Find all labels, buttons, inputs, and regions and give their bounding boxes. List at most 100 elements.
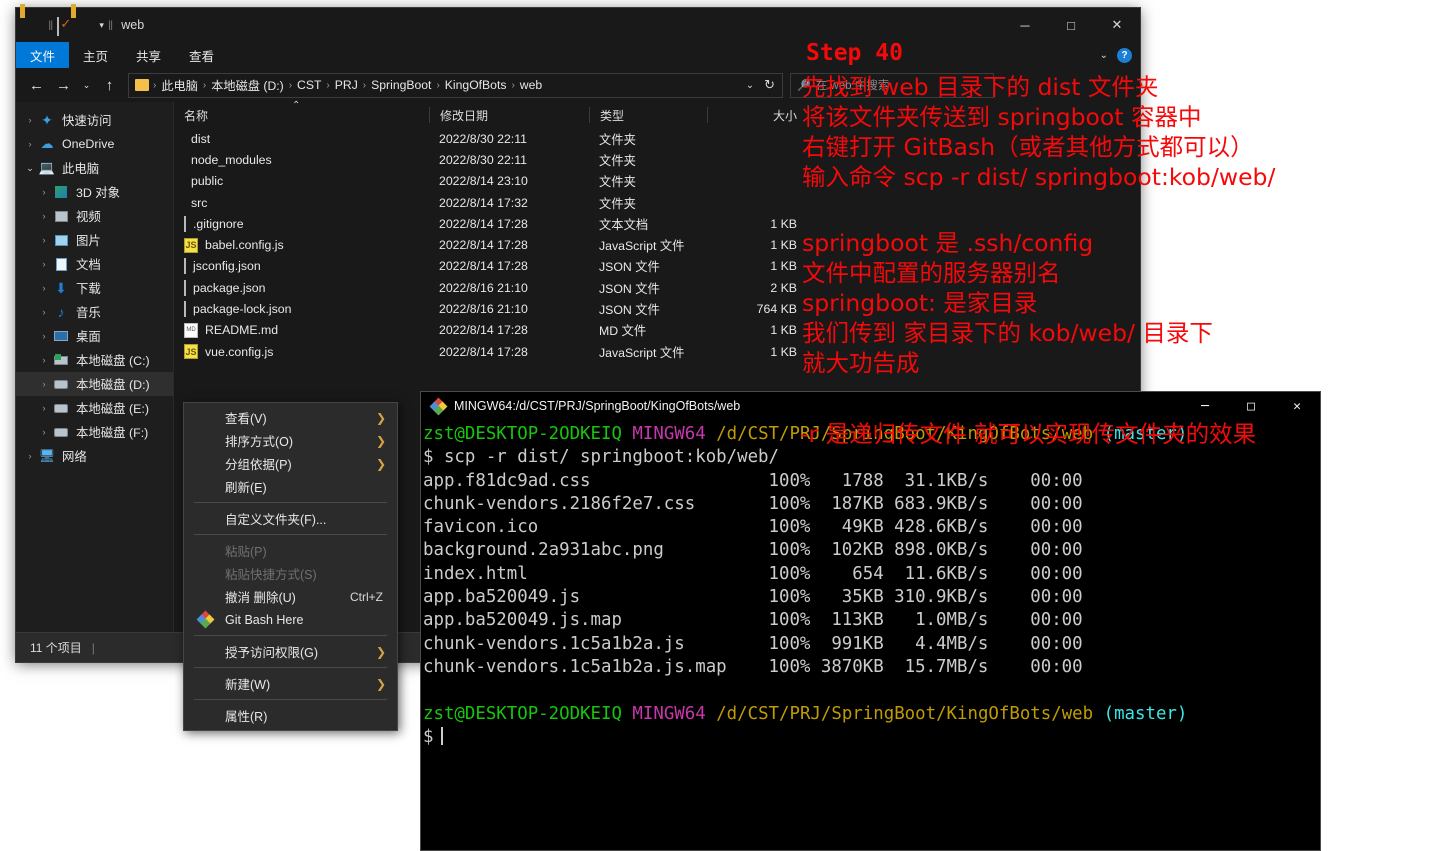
breadcrumb-item-4[interactable]: SpringBoot (368, 78, 434, 92)
chevron-right-icon[interactable]: › (36, 403, 52, 413)
terminal-output[interactable]: zst@DESKTOP-2ODKEIQ MINGW64 /d/CST/PRJ/S… (421, 420, 1320, 749)
file-name-cell[interactable]: .gitignore (174, 215, 429, 232)
chevron-right-icon[interactable]: › (36, 355, 52, 365)
sidebar-item-4[interactable]: › 视频 (16, 204, 173, 228)
column-header-name[interactable]: 名称 ⌃ (174, 100, 429, 123)
menu-item-10[interactable]: Git Bash Here (184, 608, 397, 631)
chevron-right-icon[interactable]: › (36, 187, 52, 197)
annotation-instruction-line-1: 将该文件夹传送到 springboot 容器中 (802, 103, 1202, 131)
drive-icon (52, 400, 70, 416)
sidebar-item-9[interactable]: › 桌面 (16, 324, 173, 348)
refresh-icon[interactable]: ↻ (764, 77, 775, 93)
tab-share[interactable]: 共享 (122, 42, 175, 68)
chevron-right-icon[interactable]: › (36, 307, 52, 317)
chevron-right-icon[interactable]: › (36, 331, 52, 341)
chevron-down-icon[interactable]: ⌄ (746, 80, 754, 91)
chevron-down-icon[interactable]: ⌄ (22, 163, 38, 174)
prompt-user: zst@DESKTOP-2ODKEIQ (423, 703, 622, 724)
file-name-cell[interactable]: MD README.md (174, 322, 429, 338)
column-header-size[interactable]: 大小 (707, 107, 807, 123)
breadcrumb-item-5[interactable]: KingOfBots (442, 78, 510, 92)
sidebar-item-label: 快速访问 (62, 114, 112, 128)
file-name-cell[interactable]: JS vue.config.js (174, 344, 429, 360)
terminal-input-line[interactable]: $ (423, 726, 1320, 749)
chevron-right-icon[interactable]: › (36, 211, 52, 221)
file-name-cell[interactable]: package-lock.json (174, 301, 429, 318)
properties-icon[interactable] (57, 17, 73, 36)
back-button[interactable]: ← (24, 73, 49, 98)
file-name-cell[interactable]: node_modules (174, 153, 429, 167)
menu-item-2[interactable]: 分组依据(P) ❯ (184, 452, 397, 475)
close-button[interactable]: ✕ (1094, 8, 1140, 42)
breadcrumb-item-6[interactable]: web (517, 78, 545, 92)
address-bar[interactable]: › 此电脑 › 本地磁盘 (D:) › CST › PRJ › SpringBo… (128, 72, 783, 98)
breadcrumb-item-0[interactable]: 此电脑 (158, 76, 201, 94)
menu-item-12[interactable]: 授予访问权限(G) ❯ (184, 640, 397, 663)
transfer-row-8: chunk-vendors.1c5a1b2a.js.map 100% 3870K… (423, 656, 1083, 677)
terminal-close-button[interactable]: ✕ (1274, 392, 1320, 420)
help-icon[interactable]: ? (1117, 47, 1132, 63)
menu-item-14[interactable]: 新建(W) ❯ (184, 672, 397, 695)
sidebar-item-13[interactable]: › 本地磁盘 (F:) (16, 420, 173, 444)
sidebar-item-6[interactable]: › 文档 (16, 252, 173, 276)
sidebar-item-14[interactable]: › 🖥 网络 (16, 444, 173, 468)
menu-item-9[interactable]: 撤消 删除(U) Ctrl+Z (184, 585, 397, 608)
sidebar-item-1[interactable]: › ☁ OneDrive (16, 132, 173, 156)
terminal-prompt-line: zst@DESKTOP-2ODKEIQ MINGW64 /d/CST/PRJ/S… (423, 703, 1320, 726)
tab-file[interactable]: 文件 (16, 42, 70, 68)
sidebar-item-11[interactable]: › 本地磁盘 (D:) (16, 372, 173, 396)
maximize-button[interactable]: □ (1048, 8, 1094, 42)
sidebar-item-7[interactable]: › ⬇ 下载 (16, 276, 173, 300)
annotation-step-label: Step 40 (806, 40, 903, 66)
js-file-icon: JS (184, 344, 198, 360)
chevron-right-icon[interactable]: › (36, 283, 52, 293)
chevron-right-icon[interactable]: › (22, 139, 38, 149)
file-name-cell[interactable]: src (174, 196, 429, 210)
up-button[interactable]: ↑ (97, 73, 122, 98)
file-name-cell[interactable]: jsconfig.json (174, 258, 429, 275)
menu-item-0[interactable]: 查看(V) ❯ (184, 406, 397, 429)
minimize-button[interactable]: ─ (1002, 8, 1048, 42)
transfer-row-2: favicon.ico 100% 49KB 428.6KB/s 00:00 (423, 517, 1083, 538)
file-name-cell[interactable]: public (174, 174, 429, 188)
tab-view[interactable]: 查看 (175, 42, 228, 68)
forward-button[interactable]: → (51, 73, 76, 98)
sidebar-item-0[interactable]: › ✦ 快速访问 (16, 108, 173, 132)
table-row[interactable]: src 2022/8/14 17:32 文件夹 (174, 192, 1140, 213)
sidebar-item-2[interactable]: ⌄ 💻 此电脑 (16, 156, 173, 180)
sidebar-item-10[interactable]: › 本地磁盘 (C:) (16, 348, 173, 372)
chevron-right-icon[interactable]: › (36, 259, 52, 269)
breadcrumb-item-3[interactable]: PRJ (332, 78, 361, 92)
file-name-label: package.json (193, 280, 266, 295)
transfer-row-1: chunk-vendors.2186f2e7.css 100% 187KB 68… (423, 493, 1083, 514)
breadcrumb-item-2[interactable]: CST (294, 78, 324, 92)
menu-item-3[interactable]: 刷新(E) (184, 475, 397, 498)
chevron-right-icon[interactable]: › (22, 115, 38, 125)
recent-locations-button[interactable]: ⌄ (78, 73, 95, 98)
menu-item-16[interactable]: 属性(R) (184, 704, 397, 727)
chevron-right-icon[interactable]: › (22, 451, 38, 461)
file-name-cell[interactable]: package.json (174, 279, 429, 296)
chevron-right-icon[interactable]: › (36, 427, 52, 437)
breadcrumb-item-1[interactable]: 本地磁盘 (D:) (208, 76, 286, 94)
chevron-right-icon[interactable]: › (36, 235, 52, 245)
menu-item-1[interactable]: 排序方式(O) ❯ (184, 429, 397, 452)
column-header-type[interactable]: 类型 (589, 107, 707, 123)
file-name-cell[interactable]: dist (174, 132, 429, 146)
tab-home[interactable]: 主页 (69, 42, 122, 68)
column-header-date[interactable]: 修改日期 (429, 107, 589, 123)
prompt-user: zst@DESKTOP-2ODKEIQ (423, 424, 622, 444)
sidebar-item-8[interactable]: › ♪ 音乐 (16, 300, 173, 324)
chevron-down-icon[interactable]: ▾ (99, 20, 104, 31)
sidebar-item-3[interactable]: › 3D 对象 (16, 180, 173, 204)
new-folder-icon[interactable] (76, 18, 92, 32)
chevron-down-icon[interactable]: ⌄ (1100, 50, 1108, 61)
file-type-cell: 文本文档 (599, 217, 649, 232)
menu-item-5[interactable]: 自定义文件夹(F)... (184, 507, 397, 530)
chevron-right-icon[interactable]: › (36, 379, 52, 389)
sidebar-item-12[interactable]: › 本地磁盘 (E:) (16, 396, 173, 420)
file-name-label: README.md (205, 323, 279, 338)
sidebar-item-label: 本地磁盘 (E:) (76, 402, 149, 416)
sidebar-item-5[interactable]: › 图片 (16, 228, 173, 252)
file-name-cell[interactable]: JS babel.config.js (174, 237, 429, 253)
